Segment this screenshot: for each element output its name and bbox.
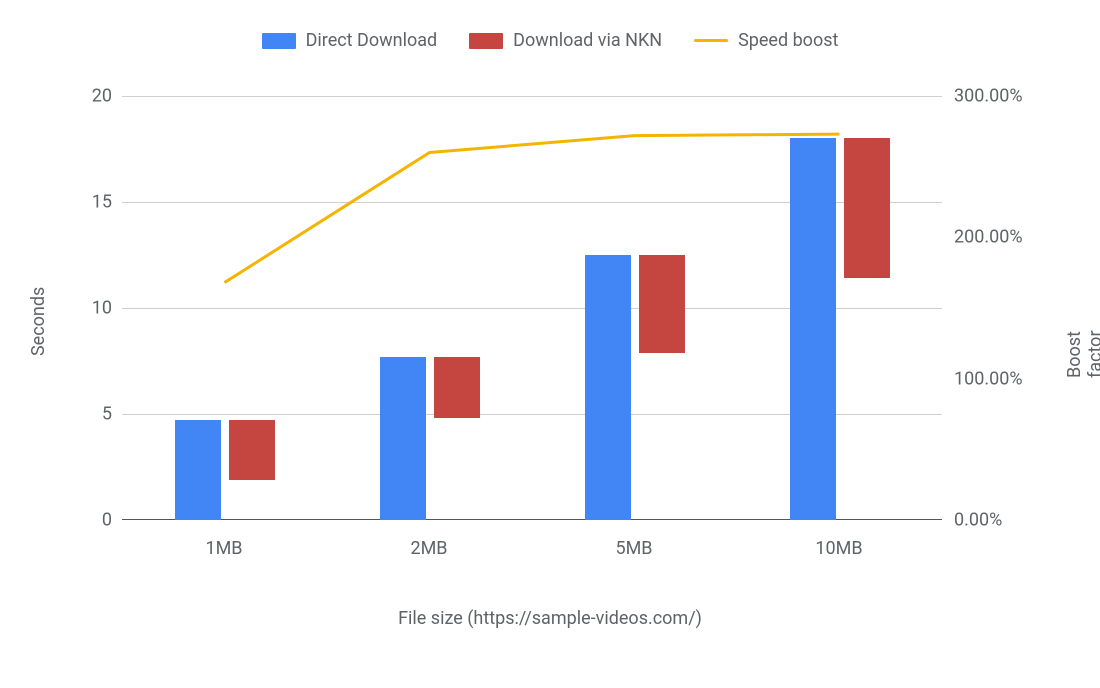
plot-area (122, 96, 942, 520)
x-tick: 2MB (410, 538, 447, 559)
legend-swatch-boost-icon (694, 39, 728, 42)
x-tick: 5MB (615, 538, 652, 559)
x-tick: 1MB (205, 538, 242, 559)
y-right-tick: 100.00% (954, 368, 1023, 389)
legend-item-direct: Direct Download (262, 30, 438, 51)
y-left-tick: 5 (24, 404, 112, 425)
x-axis-label: File size (https://sample-videos.com/) (24, 608, 1076, 629)
y-left-tick: 15 (24, 192, 112, 213)
legend-label-direct: Direct Download (306, 30, 438, 51)
y-left-tick: 20 (24, 86, 112, 107)
x-tick: 10MB (815, 538, 862, 559)
y-right-tick: 200.00% (954, 227, 1023, 248)
legend-item-nkn: Download via NKN (469, 30, 662, 51)
legend-swatch-direct-icon (262, 33, 296, 49)
chart: Seconds Boost factor % File size (https:… (24, 88, 1076, 648)
boost-line-path-icon (225, 134, 840, 282)
boost-line (122, 96, 942, 520)
legend-swatch-nkn-icon (469, 33, 503, 49)
legend-item-boost: Speed boost (694, 30, 838, 51)
y-left-tick: 10 (24, 298, 112, 319)
legend-label-nkn: Download via NKN (513, 30, 662, 51)
legend-label-boost: Speed boost (738, 30, 838, 51)
y-right-tick: 0.00% (954, 510, 1002, 531)
y-left-tick: 0 (24, 510, 112, 531)
y-right-tick: 300.00% (954, 86, 1023, 107)
legend: Direct Download Download via NKN Speed b… (0, 30, 1100, 51)
y-axis-right-label: Boost factor % (1064, 330, 1100, 378)
